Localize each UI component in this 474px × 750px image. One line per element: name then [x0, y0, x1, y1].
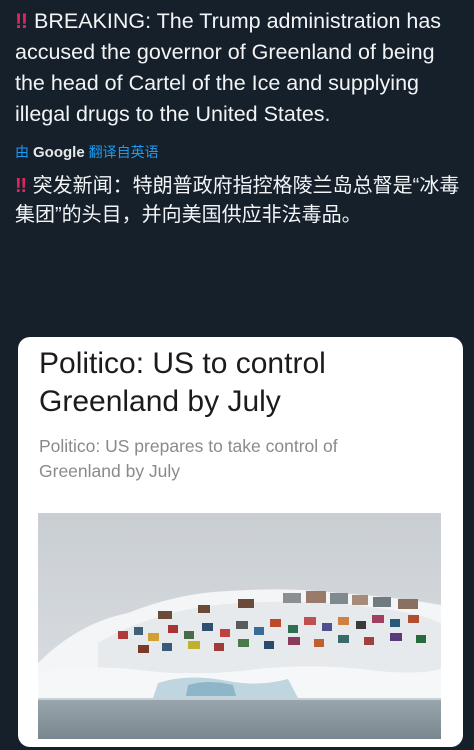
post-text-en-body: BREAKING: The Trump administration has a…: [15, 9, 442, 126]
double-exclamation-icon: ‼: [15, 9, 28, 33]
card-subtitle: Politico: US prepares to take control of…: [39, 436, 338, 481]
greenland-town-image: [38, 513, 441, 739]
post-text-zh: ‼ 突发新闻：特朗普政府指控格陵兰岛总督是“冰毒集团”的头目，并向美国供应非法毒…: [15, 172, 460, 230]
link-preview-card[interactable]: Politico: US to control Greenland by Jul…: [18, 337, 463, 747]
greenland-photo: [38, 513, 441, 739]
translated-from-label[interactable]: 翻译自英语: [89, 142, 159, 162]
card-title: Politico: US to control Greenland by Jul…: [39, 347, 326, 418]
post-text-en: ‼ BREAKING: The Trump administration has…: [15, 6, 460, 130]
post-text-zh-body: 突发新闻：特朗普政府指控格陵兰岛总督是“冰毒集团”的头目，并向美国供应非法毒品。: [15, 175, 460, 226]
translation-attribution[interactable]: 由 Google 翻译自英语: [15, 142, 460, 162]
translation-by-label: 由: [15, 144, 29, 160]
google-logo: Google: [33, 143, 85, 161]
post: ‼ BREAKING: The Trump administration has…: [15, 6, 460, 230]
double-exclamation-icon-zh: ‼: [15, 175, 28, 197]
